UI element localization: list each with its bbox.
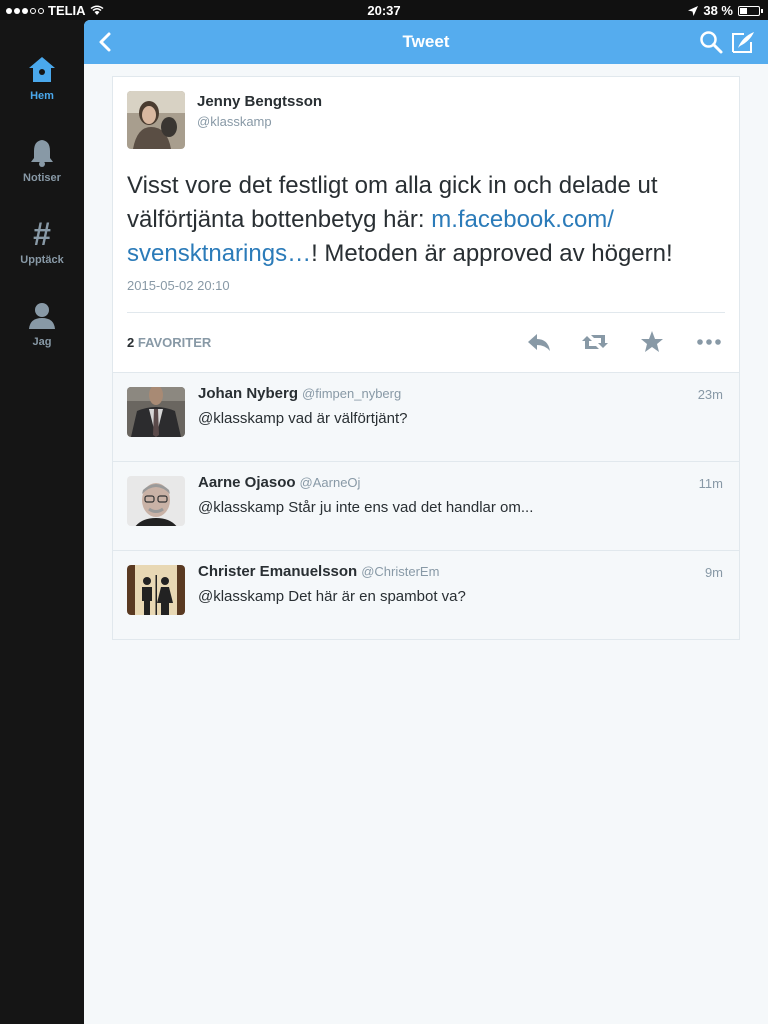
reply-author-handle: @AarneOj (299, 475, 361, 490)
author-name[interactable]: Jenny Bengtsson (197, 93, 322, 110)
app-window: TELIA 20:37 38 % Hem Notiser # Upptäck J… (0, 0, 768, 1024)
reply-author[interactable]: Johan Nyberg @fimpen_nyberg (198, 385, 401, 402)
reply-author-name: Christer Emanuelsson (198, 563, 358, 580)
location-icon (688, 5, 699, 16)
sidebar-item-label: Hem (30, 90, 54, 102)
tweet-date: 2015-05-02 20:10 (127, 278, 230, 293)
search-icon[interactable] (698, 29, 724, 55)
reply-text: @klasskamp Står ju inte ens vad det hand… (198, 499, 534, 516)
sidebar-item-jag[interactable]: Jag (0, 300, 84, 348)
avatar[interactable] (127, 476, 185, 526)
reply-text: @klasskamp Det här är en spambot va? (198, 588, 466, 605)
battery-percent: 38 % (703, 3, 733, 18)
retweet-icon[interactable] (581, 328, 609, 356)
status-bar: TELIA 20:37 38 % (0, 0, 768, 20)
reply-tweet[interactable]: Christer Emanuelsson @ChristerEm 9m @klas… (113, 550, 739, 639)
reply-author[interactable]: Aarne Ojasoo @AarneOj (198, 474, 360, 491)
battery-fill (740, 7, 747, 14)
reply-time: 9m (704, 565, 723, 580)
avatar[interactable] (127, 91, 185, 149)
avatar[interactable] (127, 387, 185, 437)
favorites-number: 2 (127, 335, 135, 350)
avatar[interactable] (127, 565, 185, 615)
reply-author-name: Aarne Ojasoo (198, 474, 296, 491)
tweet-text-after: ! Metoden är approved av högern! (311, 240, 673, 267)
reply-author-name: Johan Nyberg (198, 385, 299, 402)
author-handle[interactable]: @klasskamp (197, 114, 272, 129)
divider (127, 312, 725, 313)
main-content: Tweet Jenny Bengtsson @klasskamp Visst v… (84, 20, 768, 1024)
status-time: 20:37 (367, 3, 401, 18)
tweet-card: Jenny Bengtsson @klasskamp Visst vore de… (112, 76, 740, 640)
reply-tweet[interactable]: Aarne Ojasoo @AarneOj 11m @klasskamp Står… (113, 461, 739, 550)
hashtag-icon: # (33, 216, 51, 252)
reply-author[interactable]: Christer Emanuelsson @ChristerEm (198, 563, 439, 580)
bell-icon (31, 140, 53, 167)
more-icon[interactable] (695, 328, 723, 356)
sidebar: Hem Notiser # Upptäck Jag (0, 20, 84, 1024)
tweet-text: Visst vore det festligt om alla gick in … (127, 169, 727, 271)
main-tweet: Jenny Bengtsson @klasskamp Visst vore de… (113, 77, 739, 372)
reply-text: @klasskamp vad är välförtjänt? (198, 410, 408, 427)
sidebar-item-label: Notiser (23, 172, 61, 184)
sidebar-item-hem[interactable]: Hem (0, 54, 84, 102)
reply-time: 23m (697, 387, 723, 402)
sidebar-item-label: Jag (32, 336, 52, 348)
person-icon (29, 303, 55, 329)
favorite-icon[interactable] (638, 328, 666, 356)
home-icon (29, 57, 55, 82)
compose-icon[interactable] (730, 29, 756, 55)
page-title: Tweet (402, 32, 450, 51)
reply-tweet[interactable]: Johan Nyberg @fimpen_nyberg 23m @klasskam… (113, 372, 739, 461)
favorites-count[interactable]: 2 FAVORITER (127, 335, 211, 350)
reply-author-handle: @ChristerEm (361, 564, 440, 579)
battery-icon (738, 5, 763, 16)
sidebar-item-upptack[interactable]: # Upptäck (0, 218, 84, 266)
favorites-label: FAVORITER (137, 335, 212, 350)
reply-author-handle: @fimpen_nyberg (302, 386, 402, 401)
status-right: 38 % (688, 3, 763, 18)
sidebar-item-notiser[interactable]: Notiser (0, 136, 84, 184)
top-navbar: Tweet (84, 20, 768, 64)
sidebar-item-label: Upptäck (20, 254, 64, 266)
reply-time: 11m (698, 476, 723, 491)
reply-icon[interactable] (525, 328, 553, 356)
